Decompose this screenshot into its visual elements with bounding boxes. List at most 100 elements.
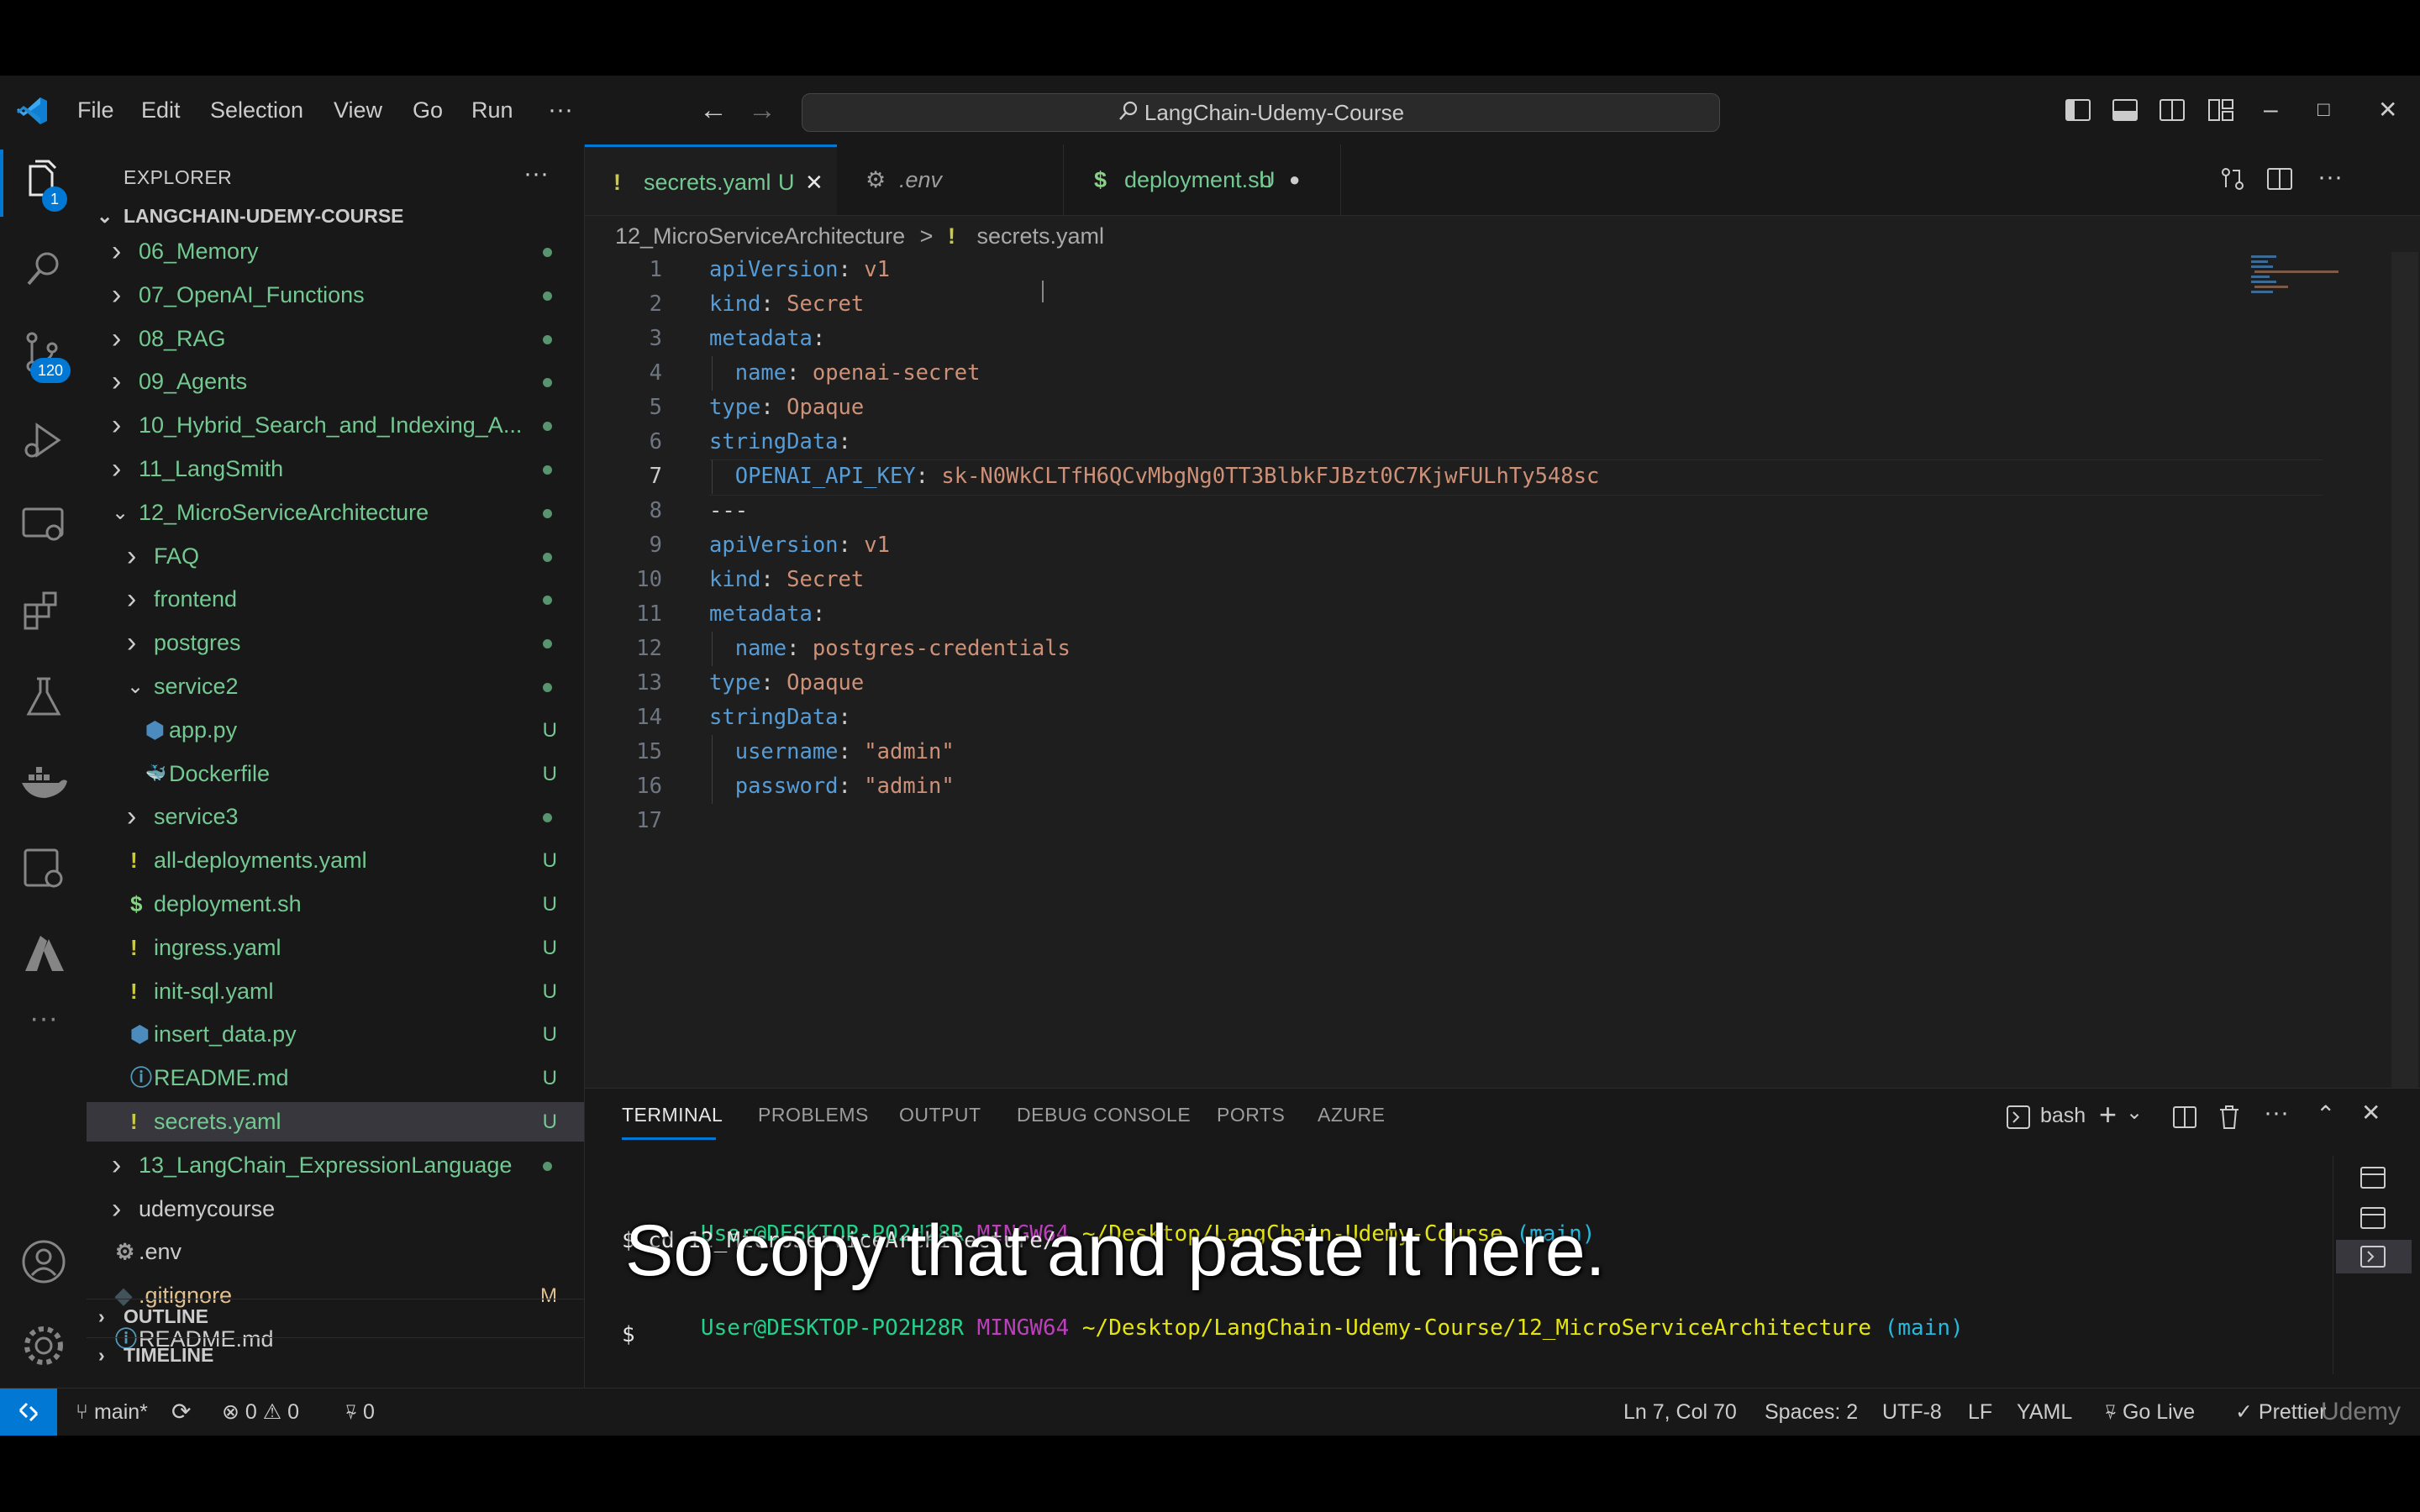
remote-indicator[interactable] bbox=[0, 1389, 57, 1436]
tab-deployment-sh[interactable]: $ deployment.sh U ● bbox=[1064, 144, 1341, 215]
forward-arrow-icon[interactable]: → bbox=[748, 76, 776, 144]
tab-output[interactable]: OUTPUT bbox=[899, 1104, 981, 1126]
terminal-cursor-line[interactable]: $ bbox=[622, 1322, 635, 1347]
split-editor-icon[interactable] bbox=[2265, 165, 2294, 193]
sync-icon[interactable]: ⟳ bbox=[171, 1389, 191, 1436]
more-views-icon[interactable]: ··· bbox=[18, 993, 69, 1043]
tree-file[interactable]: ⚙ .env bbox=[87, 1232, 584, 1272]
tree-file[interactable]: $ deployment.sh U bbox=[87, 885, 584, 924]
menu-more[interactable]: ··· bbox=[548, 76, 573, 144]
problems-indicator[interactable]: ⊗ 0 ⚠ 0 bbox=[222, 1389, 299, 1436]
search-activity-icon[interactable] bbox=[18, 244, 69, 294]
encoding[interactable]: UTF-8 bbox=[1882, 1389, 1942, 1436]
editor-scrollbar[interactable] bbox=[2391, 252, 2418, 1159]
tree-item-label: udemycourse bbox=[139, 1195, 276, 1221]
workspace-root-header[interactable]: ⌄ LANGCHAIN-UDEMY-COURSE bbox=[87, 199, 584, 233]
split-terminal-icon[interactable] bbox=[2171, 1104, 2198, 1131]
unsaved-dot-icon[interactable]: ● bbox=[1289, 144, 1300, 215]
tree-folder[interactable]: › 11_LangSmith bbox=[87, 449, 584, 489]
azure-icon[interactable] bbox=[18, 929, 69, 979]
tree-folder[interactable]: ⌄ service2 bbox=[87, 667, 584, 706]
new-terminal-plus-icon[interactable]: + bbox=[2099, 1097, 2117, 1132]
settings-gear-icon[interactable] bbox=[18, 1320, 69, 1371]
customize-layout-icon[interactable] bbox=[2207, 96, 2235, 124]
end-of-line[interactable]: LF bbox=[1968, 1389, 1992, 1436]
chevron-down-icon[interactable]: ⌄ bbox=[2126, 1100, 2143, 1125]
cursor-position[interactable]: Ln 7, Col 70 bbox=[1623, 1389, 1737, 1436]
tab-debug-console[interactable]: DEBUG CONSOLE bbox=[1017, 1104, 1191, 1126]
timeline-section[interactable]: › TIMELINE bbox=[87, 1337, 584, 1372]
minimize-icon[interactable]: – bbox=[2264, 76, 2278, 144]
tree-folder[interactable]: › 06_Memory bbox=[87, 232, 584, 271]
editor-more-icon[interactable]: ··· bbox=[2317, 163, 2343, 192]
tree-file[interactable]: ⓘ README.md U bbox=[87, 1058, 584, 1098]
close-window-icon[interactable]: ✕ bbox=[2378, 76, 2397, 144]
tab-terminal[interactable]: TERMINAL bbox=[622, 1104, 723, 1126]
tree-folder[interactable]: › 08_RAG bbox=[87, 319, 584, 359]
kubernetes-tools-icon[interactable] bbox=[18, 843, 69, 894]
minimap[interactable] bbox=[2248, 252, 2340, 302]
menu-run[interactable]: Run bbox=[471, 76, 513, 144]
tree-folder[interactable]: › frontend bbox=[87, 580, 584, 619]
outline-section[interactable]: › OUTLINE bbox=[87, 1299, 584, 1333]
tree-file[interactable]: ⬢ app.py U bbox=[87, 711, 584, 750]
breadcrumb-file[interactable]: secrets.yaml bbox=[976, 223, 1104, 249]
shell-name[interactable]: bash bbox=[2040, 1104, 2086, 1128]
tree-folder[interactable]: › 13_LangChain_ExpressionLanguage bbox=[87, 1146, 584, 1185]
menu-view[interactable]: View bbox=[334, 76, 382, 144]
toggle-panel-icon[interactable] bbox=[2111, 96, 2139, 124]
tab-close-icon[interactable]: ✕ bbox=[805, 147, 823, 218]
tree-folder[interactable]: › FAQ bbox=[87, 537, 584, 576]
accounts-icon[interactable] bbox=[18, 1236, 69, 1287]
active-terminal-instance[interactable] bbox=[2336, 1240, 2412, 1273]
tree-folder[interactable]: ⌄ 12_MicroServiceArchitecture bbox=[87, 493, 584, 533]
branch-indicator[interactable]: ⑂ main* bbox=[76, 1389, 148, 1436]
menu-go[interactable]: Go bbox=[413, 76, 443, 144]
tree-file[interactable]: 🐳 Dockerfile U bbox=[87, 754, 584, 794]
open-changes-icon[interactable] bbox=[2218, 165, 2247, 193]
back-arrow-icon[interactable]: ← bbox=[699, 76, 728, 144]
tree-folder[interactable]: › 09_Agents bbox=[87, 362, 584, 402]
tab-env[interactable]: ⚙ .env bbox=[837, 144, 1064, 215]
code-editor[interactable]: 1 apiVersion: v1 2 kind: Secret 3 metadata: 4 … bbox=[585, 252, 2391, 1092]
trash-icon[interactable] bbox=[2217, 1104, 2242, 1131]
menu-file[interactable]: File bbox=[77, 76, 114, 144]
extensions-icon[interactable] bbox=[18, 586, 69, 637]
tab-secrets-yaml[interactable]: ! secrets.yaml U ✕ bbox=[585, 144, 837, 215]
tree-file[interactable]: ! ingress.yaml U bbox=[87, 928, 584, 968]
tree-file[interactable]: ⬢ insert_data.py U bbox=[87, 1015, 584, 1054]
remote-explorer-icon[interactable] bbox=[18, 501, 69, 551]
toggle-secondary-sidebar-icon[interactable] bbox=[2158, 96, 2186, 124]
close-panel-icon[interactable]: ✕ bbox=[2361, 1099, 2381, 1126]
toggle-primary-sidebar-icon[interactable] bbox=[2064, 96, 2092, 124]
tab-azure[interactable]: AZURE bbox=[1318, 1104, 1385, 1126]
go-live-button[interactable]: ⍫ Go Live bbox=[2104, 1389, 2195, 1436]
ports-indicator[interactable]: ⍫ 0 bbox=[345, 1389, 375, 1436]
tree-folder[interactable]: › postgres bbox=[87, 623, 584, 663]
tree-file[interactable]: ! secrets.yaml U bbox=[87, 1102, 584, 1142]
panel-more-icon[interactable]: ··· bbox=[2264, 1099, 2289, 1127]
terminal-instance-icon[interactable] bbox=[2360, 1206, 2386, 1230]
docker-icon[interactable] bbox=[18, 758, 69, 808]
tree-folder[interactable]: › 07_OpenAI_Functions bbox=[87, 276, 584, 315]
tree-folder[interactable]: › service3 bbox=[87, 797, 584, 837]
language-mode[interactable]: YAML bbox=[2017, 1389, 2072, 1436]
tab-problems[interactable]: PROBLEMS bbox=[758, 1104, 869, 1126]
maximize-icon[interactable]: □ bbox=[2317, 76, 2330, 144]
terminal-instance-icon[interactable] bbox=[2360, 1166, 2386, 1189]
command-center-search[interactable]: LangChain-Udemy-Course bbox=[802, 93, 1720, 132]
explorer-more-icon[interactable]: ··· bbox=[523, 160, 549, 188]
indentation[interactable]: Spaces: 2 bbox=[1765, 1389, 1858, 1436]
menu-selection[interactable]: Selection bbox=[210, 76, 303, 144]
run-debug-icon[interactable] bbox=[18, 415, 69, 465]
tree-file[interactable]: ! init-sql.yaml U bbox=[87, 972, 584, 1011]
tree-folder[interactable]: › 10_Hybrid_Search_and_Indexing_A... bbox=[87, 406, 584, 445]
tree-folder[interactable]: › udemycourse bbox=[87, 1189, 584, 1229]
tab-ports[interactable]: PORTS bbox=[1217, 1104, 1285, 1126]
maximize-panel-icon[interactable]: ⌃ bbox=[2316, 1100, 2335, 1128]
testing-icon[interactable] bbox=[18, 672, 69, 722]
menu-edit[interactable]: Edit bbox=[141, 76, 181, 144]
prettier-status[interactable]: ✓ Prettier bbox=[2235, 1389, 2327, 1436]
tree-file[interactable]: ! all-deployments.yaml U bbox=[87, 841, 584, 880]
breadcrumb-folder[interactable]: 12_MicroServiceArchitecture bbox=[615, 223, 905, 249]
